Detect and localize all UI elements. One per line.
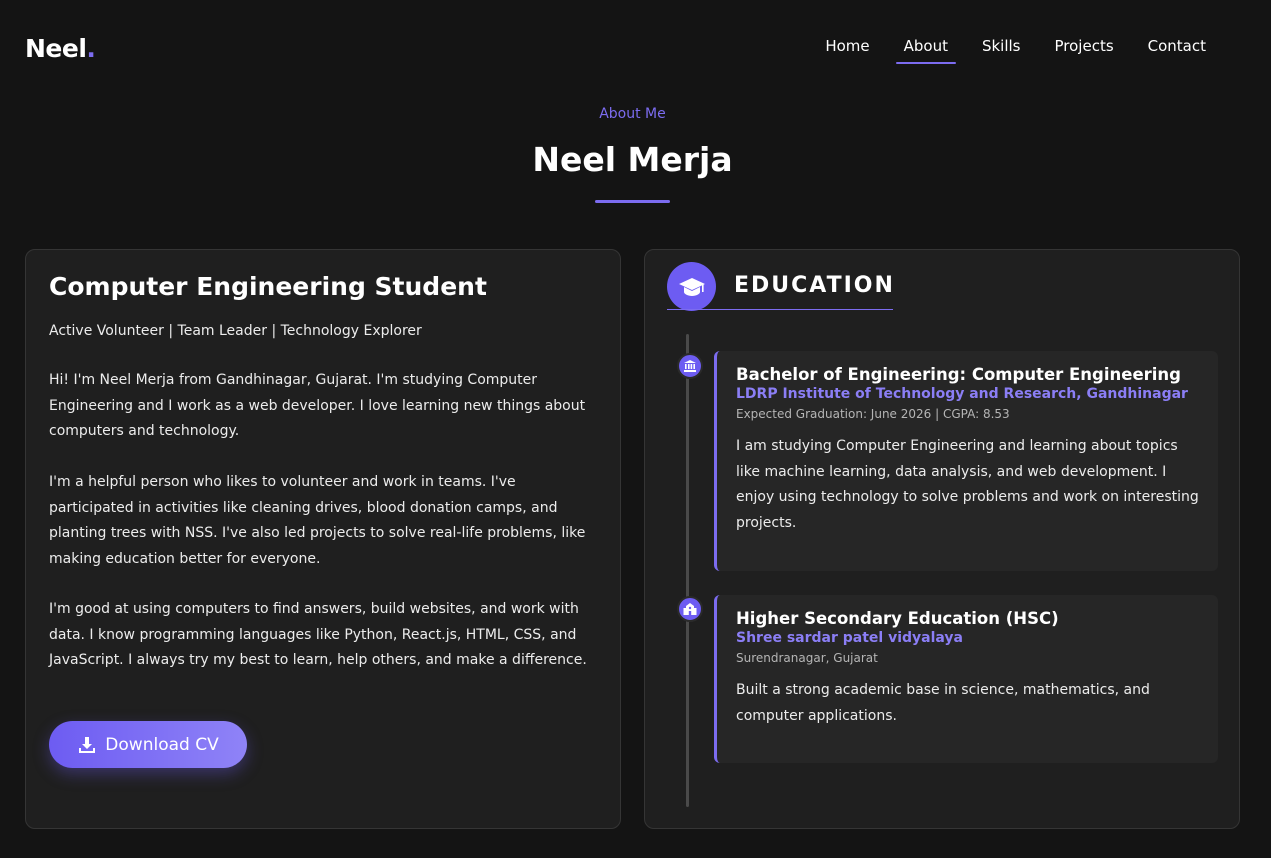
timeline-line — [686, 334, 689, 807]
school-icon — [677, 596, 703, 622]
download-cv-label: Download CV — [105, 734, 219, 755]
nav-link-contact[interactable]: Contact — [1131, 37, 1223, 55]
about-paragraph-3: I'm good at using computers to find answ… — [49, 601, 587, 668]
education-card: EDUCATION Bachelor of Engineering: Compu… — [644, 249, 1240, 829]
education-description: I am studying Computer Engineering and l… — [736, 438, 1199, 531]
about-paragraph-2: I'm a helpful person who likes to volunt… — [49, 474, 586, 567]
logo-dot: . — [86, 34, 96, 63]
about-paragraph-1: Hi! I'm Neel Merja from Gandhinagar, Guj… — [49, 372, 586, 439]
nav-links: Home About Skills Projects Contact — [808, 37, 1223, 64]
university-icon — [677, 353, 703, 379]
nav-link-projects[interactable]: Projects — [1038, 37, 1131, 55]
nav-link-about[interactable]: About — [887, 37, 965, 64]
section-eyebrow: About Me — [599, 106, 666, 122]
education-meta: Expected Graduation: June 2026 | CGPA: 8… — [736, 407, 1010, 421]
education-degree: Bachelor of Engineering: Computer Engine… — [736, 365, 1181, 384]
nav-link-skills[interactable]: Skills — [965, 37, 1038, 55]
education-heading: EDUCATION — [734, 273, 895, 298]
education-heading-underline — [667, 309, 893, 310]
education-item: Bachelor of Engineering: Computer Engine… — [714, 351, 1218, 571]
education-institution: Shree sardar patel vidyalaya — [736, 630, 963, 646]
education-item: Higher Secondary Education (HSC) Shree s… — [714, 595, 1218, 763]
page-title: Neel Merja — [532, 140, 733, 179]
logo-text: Neel — [25, 34, 87, 63]
download-cv-button[interactable]: Download CV — [49, 721, 247, 768]
education-institution: LDRP Institute of Technology and Researc… — [736, 386, 1188, 402]
title-underline — [595, 200, 670, 203]
download-icon — [77, 735, 97, 755]
page: Neel. Home About Skills Projects Contact… — [0, 0, 1271, 858]
graduation-cap-icon — [667, 262, 716, 311]
about-role: Computer Engineering Student — [49, 272, 487, 301]
navbar: Neel. Home About Skills Projects Contact — [0, 0, 1271, 95]
about-tagline: Active Volunteer | Team Leader | Technol… — [49, 323, 422, 339]
education-description: Built a strong academic base in science,… — [736, 682, 1150, 724]
logo[interactable]: Neel. — [25, 34, 96, 63]
education-meta: Surendranagar, Gujarat — [736, 651, 878, 665]
about-card: Computer Engineering Student Active Volu… — [25, 249, 621, 829]
nav-link-home[interactable]: Home — [808, 37, 886, 55]
education-degree: Higher Secondary Education (HSC) — [736, 609, 1059, 628]
